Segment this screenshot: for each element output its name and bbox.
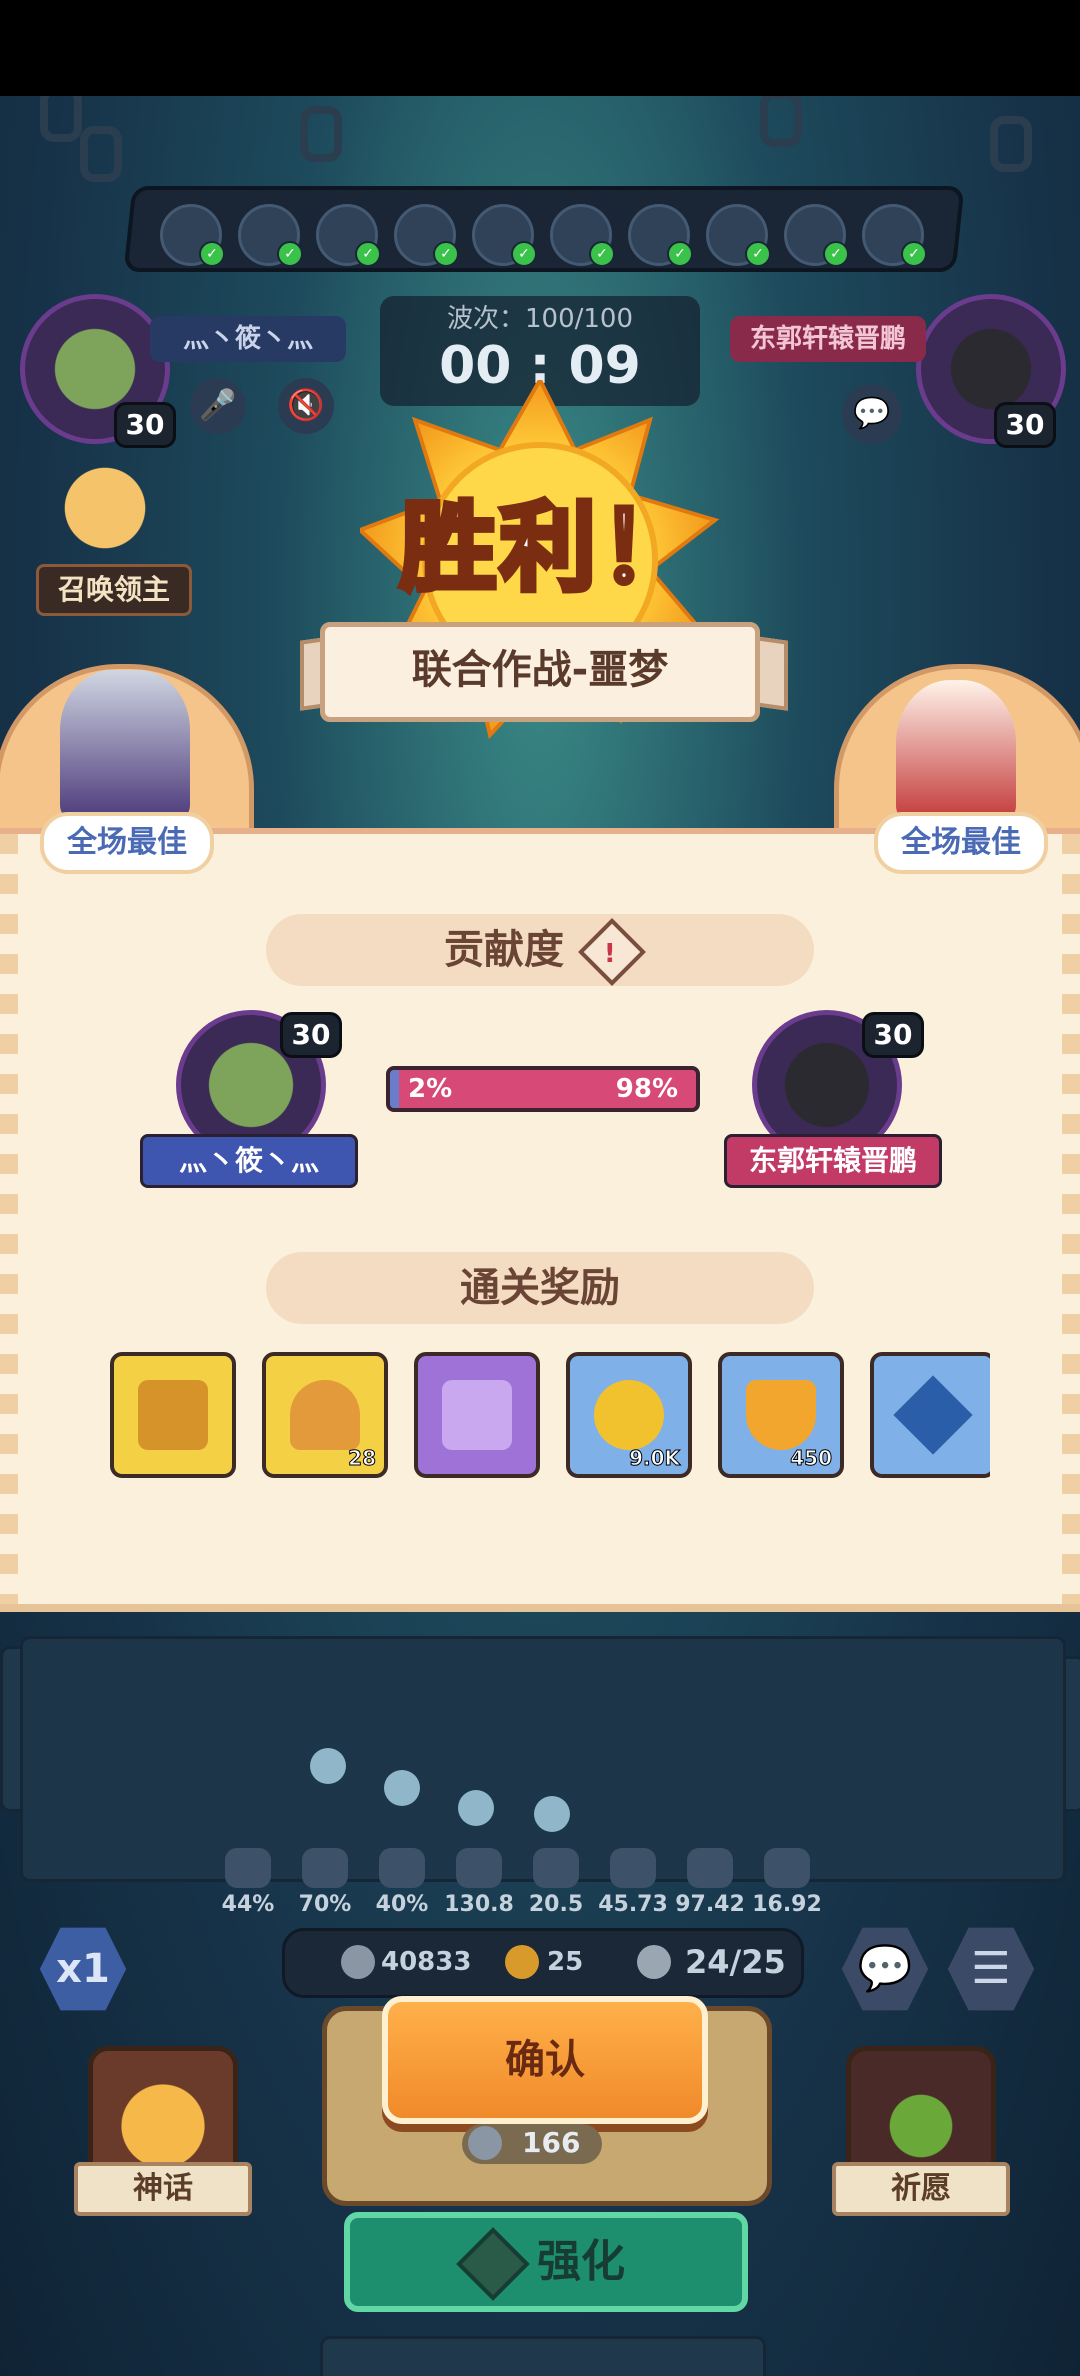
trophy-icon [746, 1380, 816, 1450]
clover-value: 25 [547, 1947, 584, 1977]
strengthen-button[interactable]: 强化 [344, 2212, 748, 2312]
coins-value: 40833 [381, 1947, 472, 1977]
silver-coin-icon [341, 1945, 375, 1979]
upgrade-icon [456, 2227, 530, 2301]
reward-item-trophy[interactable]: 450 [718, 1352, 844, 1478]
stat-item: 44% [208, 1848, 288, 1917]
blue-gem-icon [893, 1375, 973, 1455]
stat-value: 45.73 [598, 1892, 668, 1917]
house-icon [379, 1848, 425, 1888]
shield-icon [533, 1848, 579, 1888]
chain-decoration [40, 96, 82, 142]
capacity-value: 24/25 [685, 1943, 786, 1981]
stat-value: 20.5 [528, 1892, 584, 1917]
reward-item-blue-gem[interactable] [870, 1352, 990, 1478]
reward-item-gold-chest[interactable] [110, 1352, 236, 1478]
silver-coin-icon [468, 2126, 502, 2160]
chain-decoration [990, 116, 1032, 172]
stat-value: 44% [221, 1892, 275, 1917]
stat-item: 20.5 [516, 1848, 596, 1917]
reward-qty: 9.0K [629, 1446, 681, 1471]
heart-icon [302, 1848, 348, 1888]
stat-value: 70% [298, 1892, 352, 1917]
clover-icon [505, 1945, 539, 1979]
purple-chest-icon [442, 1380, 512, 1450]
stat-item: 45.73 [593, 1848, 673, 1917]
gear-icon [764, 1848, 810, 1888]
reward-item-gold-coin[interactable]: 9.0K [566, 1352, 692, 1478]
gold-chest-icon [138, 1380, 208, 1450]
stat-value: 97.42 [675, 1892, 745, 1917]
panel-right-trim [1062, 834, 1080, 1604]
stat-item: 130.8 [439, 1848, 519, 1917]
wish-label: 祈愿 [832, 2162, 1010, 2216]
stat-value: 16.92 [752, 1892, 822, 1917]
stone-block [320, 2336, 766, 2376]
panel-left-trim [0, 834, 18, 1604]
burst-icon [456, 1848, 502, 1888]
unit-cap-icon [637, 1945, 671, 1979]
stat-item: 70% [285, 1848, 365, 1917]
resource-bar: 40833 25 24/25 [282, 1928, 804, 1998]
rewards-row: 28 9.0K 450 [110, 0, 990, 1500]
path-dot [534, 1796, 570, 1832]
strengthen-label: 强化 [537, 2236, 625, 2287]
path-dot [384, 1770, 420, 1806]
stat-value: 40% [375, 1892, 429, 1917]
stat-item: 40% [362, 1848, 442, 1917]
crit-icon [225, 1848, 271, 1888]
arena-floor [20, 1636, 1066, 1882]
fist-icon [687, 1848, 733, 1888]
path-dot [310, 1748, 346, 1784]
stat-value: 130.8 [444, 1892, 514, 1917]
gold-coin-icon [594, 1380, 664, 1450]
confirm-cost-value: 166 [522, 2126, 581, 2159]
myth-label: 神话 [74, 2162, 252, 2216]
reward-item-key[interactable]: 28 [262, 1352, 388, 1478]
arrow-icon [610, 1848, 656, 1888]
confirm-button[interactable]: 确认 [382, 1996, 708, 2124]
confirm-cost: 166 [462, 2124, 602, 2164]
reward-item-purple-chest[interactable] [414, 1352, 540, 1478]
path-dot [458, 1790, 494, 1826]
reward-qty: 450 [790, 1446, 833, 1471]
right-player-level: 30 [994, 402, 1056, 448]
stat-item: 97.42 [670, 1848, 750, 1917]
reward-qty: 28 [348, 1446, 377, 1471]
key-icon [290, 1380, 360, 1450]
stat-item: 16.92 [747, 1848, 827, 1917]
